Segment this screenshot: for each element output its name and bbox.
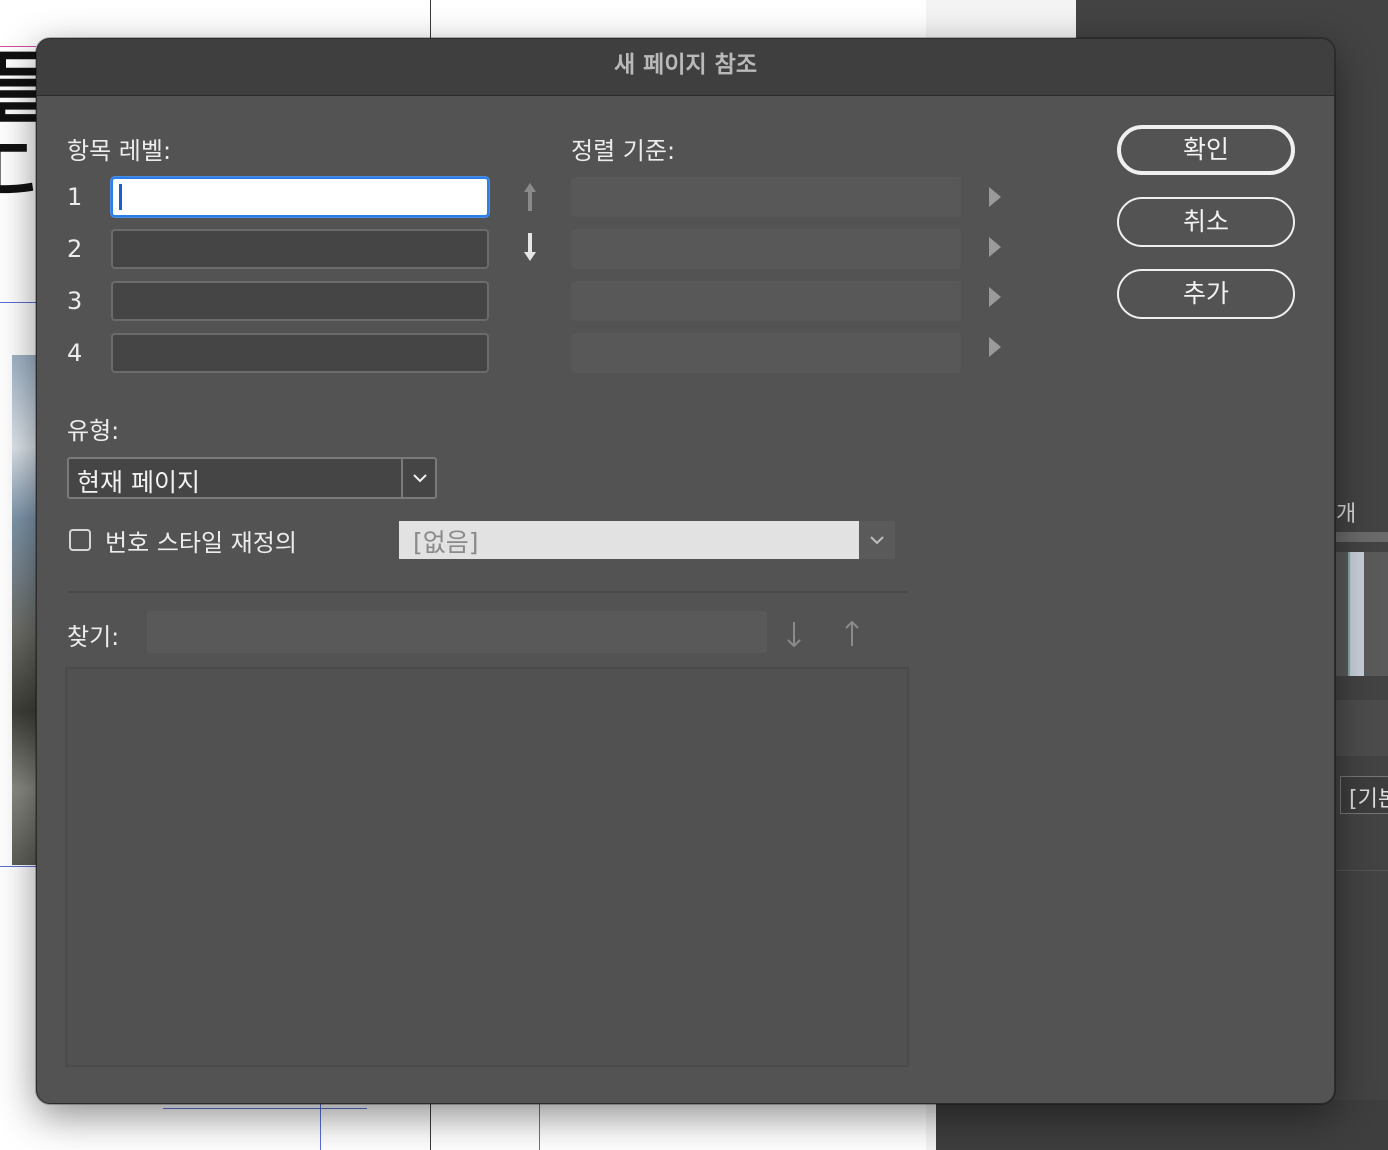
frame-edge — [0, 866, 36, 867]
topic-list[interactable] — [65, 667, 909, 1067]
sort-expand-button-1[interactable] — [985, 184, 1005, 210]
section-divider — [67, 591, 907, 593]
level-3-input[interactable] — [111, 281, 489, 321]
panel-style-field-text: [기본 — [1349, 787, 1388, 812]
level-number: 4 — [67, 339, 83, 367]
level-2-input[interactable] — [111, 229, 489, 269]
panel-style-field[interactable]: [기본 — [1340, 776, 1388, 814]
frame-edge — [163, 1108, 367, 1109]
sort-field-3 — [571, 281, 961, 321]
chevron-down-icon — [870, 536, 884, 545]
arrow-up-icon — [524, 183, 536, 211]
sort-by-label: 정렬 기준: — [571, 137, 676, 165]
frame-edge — [0, 302, 36, 303]
new-page-reference-dialog: 새 페이지 참조 항목 레벨: 1 2 3 4 정렬 기준: 확인 취소 추가 … — [36, 38, 1335, 1104]
find-label: 찾기: — [67, 623, 120, 651]
triangle-right-icon — [989, 287, 1001, 307]
move-up-button[interactable] — [517, 179, 543, 215]
sort-field-4 — [571, 333, 961, 373]
triangle-right-icon — [989, 237, 1001, 257]
dialog-title: 새 페이지 참조 — [37, 39, 1334, 96]
panel-preview-highlight — [1348, 552, 1364, 676]
panel-slider[interactable] — [1336, 532, 1388, 542]
add-button[interactable]: 추가 — [1117, 269, 1295, 319]
text-caret — [119, 184, 122, 210]
triangle-right-icon — [989, 187, 1001, 207]
type-label: 유형: — [67, 417, 120, 445]
level-number: 2 — [67, 235, 83, 263]
cancel-button[interactable]: 취소 — [1117, 197, 1295, 247]
margin-guide — [539, 1104, 540, 1150]
number-style-override-checkbox[interactable] — [69, 529, 91, 551]
margin-guide — [320, 1104, 321, 1150]
panel-divider — [1336, 870, 1388, 871]
number-style-select: [없음] — [399, 521, 859, 559]
number-style-override-label: 번호 스타일 재정의 — [105, 529, 297, 557]
level-number: 3 — [67, 287, 83, 315]
panel-label: 개 — [1336, 502, 1357, 527]
number-style-dropdown-button — [859, 521, 895, 559]
number-style-select-value: [없음] — [413, 528, 479, 557]
column-guide — [430, 0, 431, 40]
level-4-input[interactable] — [111, 333, 489, 373]
triangle-right-icon — [989, 337, 1001, 357]
arrow-down-icon — [787, 622, 801, 648]
sort-expand-button-4[interactable] — [985, 334, 1005, 360]
select-divider — [401, 459, 403, 497]
move-down-button[interactable] — [517, 229, 543, 265]
column-guide — [430, 1104, 431, 1150]
entry-level-label: 항목 레벨: — [67, 137, 172, 165]
sort-expand-button-3[interactable] — [985, 284, 1005, 310]
level-number: 1 — [67, 183, 83, 211]
panel-bar — [1336, 700, 1388, 756]
find-next-button — [781, 617, 807, 651]
find-input — [147, 611, 767, 653]
side-panel-lower — [936, 1100, 1388, 1150]
document-photo — [12, 355, 36, 865]
chevron-down-icon — [413, 474, 427, 483]
sort-expand-button-2[interactable] — [985, 234, 1005, 260]
ok-button[interactable]: 확인 — [1117, 125, 1295, 175]
arrow-down-icon — [524, 233, 536, 261]
sort-field-2 — [571, 229, 961, 269]
sort-field-1 — [571, 177, 961, 217]
arrow-up-icon — [845, 620, 859, 646]
level-1-input[interactable] — [111, 177, 489, 217]
find-previous-button — [839, 617, 865, 651]
type-select[interactable]: 현재 페이지 — [67, 457, 437, 499]
type-select-value: 현재 페이지 — [77, 468, 200, 497]
